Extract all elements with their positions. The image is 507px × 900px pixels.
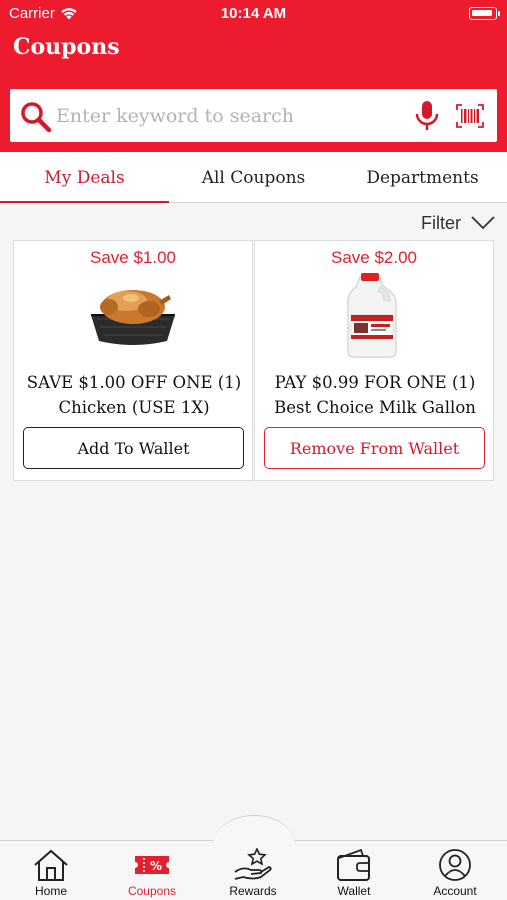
- milk-gallon-image: [347, 273, 397, 358]
- nav-label-rewards: Rewards: [229, 884, 277, 898]
- filter-label: Filter: [421, 212, 461, 233]
- coupon-description: PAY $0.99 FOR ONE (1) Best Choice Milk G…: [259, 370, 491, 420]
- coupon-line-1: SAVE $1.00 OFF ONE (1): [26, 373, 242, 392]
- nav-label-account: Account: [433, 884, 477, 898]
- wallet-icon: [337, 848, 370, 881]
- barcode-scan-icon[interactable]: [456, 104, 484, 128]
- coupon-description: SAVE $1.00 OFF ONE (1) Chicken (USE 1X): [18, 370, 250, 420]
- active-tab-indicator: [0, 201, 169, 203]
- battery-icon: [469, 7, 500, 20]
- nav-coupons[interactable]: % Coupons: [102, 842, 202, 900]
- nav-rewards[interactable]: Rewards: [203, 842, 303, 900]
- nav-home[interactable]: Home: [1, 842, 101, 900]
- coupon-line-2: Chicken (USE 1X): [58, 398, 210, 417]
- save-amount: Save $1.00: [89, 248, 176, 267]
- status-time: 10:14 AM: [220, 5, 287, 22]
- coupon-card: Save $2.00 PAY $0.99 FOR ONE (1) Best Ch…: [254, 240, 494, 481]
- coupon-icon: %: [135, 856, 169, 874]
- coupon-card: Save $1.00 SAVE $1.00 OFF ONE (1) Chicke…: [13, 240, 253, 481]
- nav-label-wallet: Wallet: [337, 884, 371, 898]
- save-amount: Save $2.00: [330, 248, 417, 267]
- tab-my-deals[interactable]: My Deals: [0, 152, 169, 203]
- svg-text:%: %: [150, 859, 162, 873]
- nav-wallet[interactable]: Wallet: [304, 842, 404, 900]
- rotisserie-chicken-image: [91, 290, 175, 345]
- rewards-icon: [234, 848, 272, 880]
- home-icon: [34, 849, 68, 881]
- remove-from-wallet-button[interactable]: Remove From Wallet: [264, 427, 485, 469]
- tab-departments[interactable]: Departments: [338, 152, 507, 203]
- filter-button[interactable]: Filter: [421, 210, 495, 236]
- page-title: Coupons: [13, 34, 120, 60]
- coupon-tabs: My Deals All Coupons Departments: [0, 152, 507, 203]
- coupon-line-2: Best Choice Milk Gallon: [274, 398, 476, 417]
- search-icon[interactable]: [18, 99, 54, 135]
- nav-label-coupons: Coupons: [127, 884, 177, 898]
- chevron-down-icon: [471, 216, 495, 230]
- account-icon: [439, 849, 471, 881]
- coupon-line-1: PAY $0.99 FOR ONE (1): [274, 373, 476, 392]
- nav-label-home: Home: [34, 884, 67, 898]
- status-bar: Carrier 10:14 AM: [0, 0, 507, 28]
- microphone-icon[interactable]: [414, 100, 440, 132]
- app-header: Carrier 10:14 AM Coupons: [0, 0, 507, 152]
- search-input[interactable]: [56, 98, 406, 134]
- tab-all-coupons[interactable]: All Coupons: [169, 152, 338, 203]
- search-bar: [10, 89, 497, 142]
- add-to-wallet-button[interactable]: Add To Wallet: [23, 427, 244, 469]
- nav-account[interactable]: Account: [405, 842, 505, 900]
